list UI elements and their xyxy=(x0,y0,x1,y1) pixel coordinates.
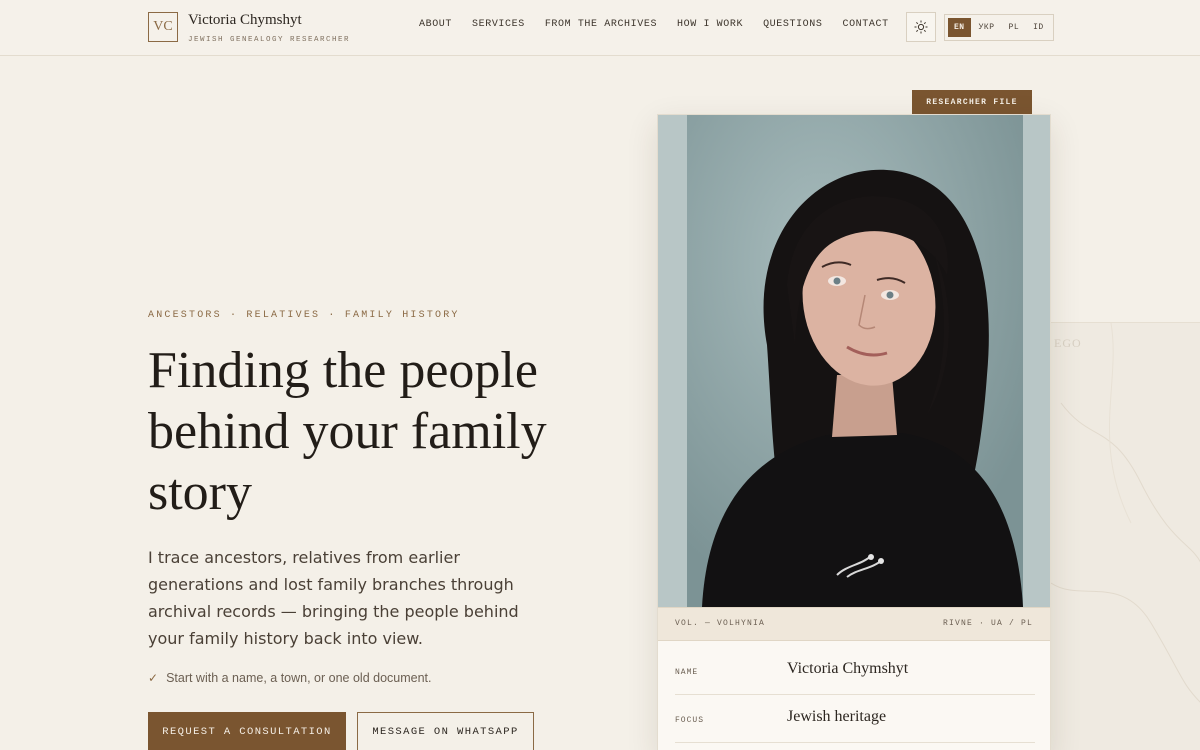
card-row-label: NAME xyxy=(675,668,699,677)
site-header: VC Victoria Chymshyt JEWISH GENEALOGY RE… xyxy=(0,0,1200,56)
map-label: EGO xyxy=(1054,336,1082,350)
hero-note: ✓ Start with a name, a town, or one old … xyxy=(148,671,432,685)
card-meta-location: RIVNE · UA / PL xyxy=(942,619,1033,628)
card-row-label: FOCUS xyxy=(675,716,705,725)
lang-pl[interactable]: PL xyxy=(1003,18,1026,37)
hero-note-text: Start with a name, a town, or one old do… xyxy=(166,671,432,685)
nav-how-i-work[interactable]: HOW I WORK xyxy=(677,19,743,30)
card-row-value: Jewish heritage xyxy=(787,708,887,725)
request-consultation-button[interactable]: REQUEST A CONSULTATION xyxy=(148,712,346,750)
lang-en[interactable]: EN xyxy=(948,18,971,37)
language-switcher: EN УКР PL ID xyxy=(944,14,1054,41)
card-row-focus: FOCUS Jewish heritage xyxy=(675,695,1035,743)
lang-ukr[interactable]: УКР xyxy=(973,18,1001,37)
hero-lede: I trace ancestors, relatives from earlie… xyxy=(148,548,519,648)
nav-contact[interactable]: CONTACT xyxy=(842,19,888,30)
map-lines xyxy=(1050,322,1200,703)
researcher-portrait xyxy=(687,115,1023,607)
researcher-card: VOL. — VOLHYNIA RIVNE · UA / PL NAME Vic… xyxy=(657,114,1051,750)
portrait-illustration xyxy=(687,115,1023,607)
card-row-name: NAME Victoria Chymshyt xyxy=(675,647,1035,695)
sun-icon xyxy=(914,20,928,34)
brand-tagline: JEWISH GENEALOGY RESEARCHER xyxy=(188,36,351,44)
check-icon: ✓ xyxy=(148,671,159,685)
card-row-value: Victoria Chymshyt xyxy=(787,660,909,677)
card-meta-bar: VOL. — VOLHYNIA RIVNE · UA / PL xyxy=(658,607,1050,641)
whatsapp-button[interactable]: MESSAGE ON WHATSAPP xyxy=(357,712,534,750)
card-meta-volume: VOL. — VOLHYNIA xyxy=(675,619,766,628)
nav-about[interactable]: ABOUT xyxy=(419,19,452,30)
brand-name[interactable]: Victoria Chymshyt xyxy=(188,12,302,29)
nav-services[interactable]: SERVICES xyxy=(472,19,525,30)
hero-headline: Finding the people behind your family st… xyxy=(148,342,547,521)
logo-monogram[interactable]: VC xyxy=(148,12,178,42)
main-nav: ABOUT SERVICES FROM THE ARCHIVES HOW I W… xyxy=(419,19,889,30)
nav-questions[interactable]: QUESTIONS xyxy=(763,19,822,30)
lang-id[interactable]: ID xyxy=(1027,18,1050,37)
hero-eyebrow: ANCESTORS · RELATIVES · FAMILY HISTORY xyxy=(148,310,460,321)
researcher-file-tab: RESEARCHER FILE xyxy=(912,90,1032,114)
theme-toggle-button[interactable] xyxy=(906,12,936,42)
nav-from-the-archives[interactable]: FROM THE ARCHIVES xyxy=(545,19,657,30)
map-decoration xyxy=(1050,322,1200,750)
